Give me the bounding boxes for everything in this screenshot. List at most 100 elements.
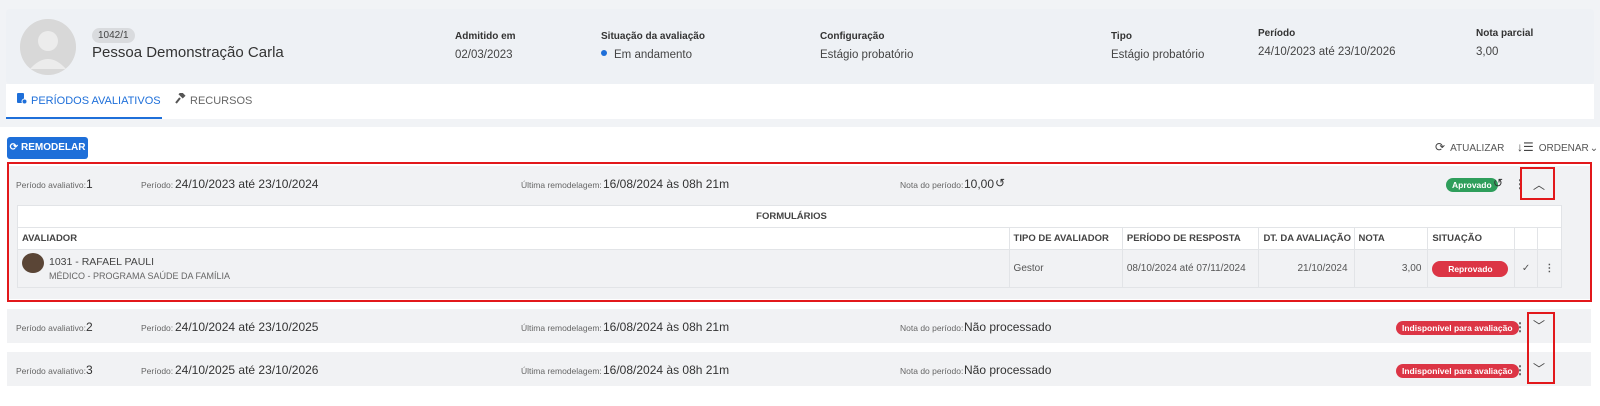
column-header-actions [1536,227,1563,250]
evaluator-type-cell: Gestor [1008,249,1123,288]
actions-cell: ⋮ [1536,249,1563,288]
evaluation-date-cell: 21/10/2024 [1258,249,1355,288]
chevron-up-icon[interactable]: ︿ [1527,173,1551,197]
grade-value: Não processado [964,320,1052,334]
partial-grade-value: 3,00 [1476,46,1499,58]
evaluator-role: MÉDICO - PROGRAMA SAÚDE DA FAMÍLIA [49,271,231,281]
more-options-icon[interactable]: ⋮ [1514,363,1526,377]
chevron-down-icon[interactable]: ﹀ [1527,314,1551,338]
sort-label: ORDENAR [1538,143,1589,154]
tabs-bar: PERÍODOS AVALIATIVOS RECURSOS [6,84,1594,119]
chevron-down-icon[interactable]: ﹀ [1527,357,1551,381]
last-remodel-value: 16/08/2024 às 08h 21m [603,177,730,191]
tab-periodos-avaliativos[interactable]: PERÍODOS AVALIATIVOS [6,84,162,119]
last-remodel-label: Última remodelagem: [521,366,602,376]
grade-label: Nota do período: [900,366,964,376]
tab-label: RECURSOS [190,95,253,107]
period-card-2[interactable]: Período avaliativo: 2 Período: 24/10/202… [7,309,1591,343]
period-label: Período: [141,323,174,333]
person-id-badge: 1042/1 [92,28,135,43]
period-row[interactable]: Período avaliativo: 1 Período: 24/10/202… [7,166,1591,200]
config-label: Configuração [820,31,885,42]
person-name: Pessoa Demonstração Carla [92,44,284,61]
period-label: Período: [141,366,174,376]
grade-value: Não processado [964,363,1052,377]
more-options-icon[interactable]: ⋮ [1514,320,1526,334]
config-value: Estágio probatório [820,49,914,61]
chevron-down-icon: ⌄ [1589,143,1599,154]
grade-label: Nota do período: [900,180,964,190]
period-eval-label: Período avaliativo: [16,323,86,333]
gavel-icon [175,84,187,119]
tab-label: PERÍODOS AVALIATIVOS [31,95,161,107]
period-card-3[interactable]: Período avaliativo: 3 Período: 24/10/202… [7,352,1591,386]
situation-label: Situação da avaliação [601,31,705,42]
main-panel: ⟳ REMODELAR ⟳ ATUALIZAR ↓☰ ORDENAR⌄ Período… [0,127,1600,406]
admitted-label: Admitido em [455,31,516,42]
sort-button[interactable]: ↓☰ ORDENAR⌄ [1517,140,1598,154]
refresh-icon: ⟳ [9,142,18,153]
period-range: 24/10/2023 até 23/10/2024 [175,177,319,191]
column-header-status: SITUAÇÃO [1427,227,1516,250]
period-number: 2 [86,320,93,334]
evaluation-header: 1042/1 Pessoa Demonstração Carla Admitid… [6,9,1594,84]
grade-cell: 3,00 [1353,249,1429,288]
check-icon[interactable]: ✓ [1522,263,1530,274]
period-number: 1 [86,177,93,191]
period-eval-label: Período avaliativo: [16,180,86,190]
column-header-evaluator-type: TIPO DE AVALIADOR [1008,227,1123,250]
sort-icon: ↓☰ [1517,140,1534,154]
grade-value: 10,00 [964,177,995,191]
forms-table: FORMULÁRIOS AVALIADOR TIPO DE AVALIADOR … [17,205,1563,288]
refresh-label: ATUALIZAR [1450,143,1505,154]
evaluator-cell: 1031 - RAFAEL PAULI MÉDICO - PROGRAMA SA… [17,249,1010,288]
column-header-grade: NOTA [1353,227,1429,250]
evaluator-name: 1031 - RAFAEL PAULI [49,256,155,268]
response-period-cell: 08/10/2024 até 07/11/2024 [1121,249,1260,288]
last-remodel-label: Última remodelagem: [521,323,602,333]
admitted-value: 02/03/2023 [455,49,513,61]
grade-label: Nota do período: [900,323,964,333]
forms-title: FORMULÁRIOS [17,205,1562,228]
period-eval-label: Período avaliativo: [16,366,86,376]
situation-field: Situação da avaliação Em andamento [601,31,705,61]
more-options-icon[interactable]: ⋮ [1514,177,1526,191]
period-label: Período [1258,28,1296,39]
remodel-button[interactable]: ⟳ REMODELAR [7,137,88,159]
status-dot-icon [601,50,607,56]
admitted-field: Admitido em 02/03/2023 [455,31,516,61]
status-badge: Reprovado [1432,260,1509,277]
history-icon[interactable]: ↺ [995,176,1005,190]
avatar [20,19,76,75]
situation-value: Em andamento [614,49,692,61]
refresh-button[interactable]: ⟳ ATUALIZAR [1435,140,1504,154]
period-range: 24/10/2025 até 23/10/2026 [175,363,319,377]
confirm-cell: ✓ [1514,249,1538,288]
status-badge: Aprovado [1446,178,1498,192]
period-card-1: Período avaliativo: 1 Período: 24/10/202… [7,166,1591,299]
type-value: Estágio probatório [1111,49,1205,61]
period-label: Período: [141,180,174,190]
last-remodel-value: 16/08/2024 às 08h 21m [603,363,730,377]
config-field: Configuração Estágio probatório [820,31,913,61]
refresh-icon: ⟳ [1435,140,1446,154]
status-badge: Indisponível para avaliação [1396,364,1519,378]
evaluator-avatar [22,252,44,273]
last-remodel-label: Última remodelagem: [521,180,602,190]
partial-grade-field: Nota parcial 3,00 [1476,28,1533,58]
period-value: 24/10/2023 até 23/10/2026 [1258,46,1396,58]
evaluator-info: 1031 - RAFAEL PAULI MÉDICO - PROGRAMA SA… [49,256,230,281]
document-gear-icon [16,84,28,119]
period-field: Período 24/10/2023 até 23/10/2026 [1258,28,1396,58]
remodel-label: REMODELAR [20,142,86,153]
column-header-evaluation-date[interactable]: DT. DA AVALIAÇÃO [1258,227,1355,250]
more-options-icon[interactable]: ⋮ [1544,263,1554,274]
history-icon[interactable]: ↺ [1493,176,1503,190]
column-header-confirm [1514,227,1538,250]
table-row[interactable]: 1031 - RAFAEL PAULI MÉDICO - PROGRAMA SA… [17,249,1563,288]
status-cell: Reprovado [1427,249,1516,288]
situation-value-wrap: Em andamento [601,49,705,61]
tab-recursos[interactable]: RECURSOS [165,84,262,119]
type-field: Tipo Estágio probatório [1111,31,1204,61]
column-header-response-period: PERÍODO DE RESPOSTA [1121,227,1260,250]
